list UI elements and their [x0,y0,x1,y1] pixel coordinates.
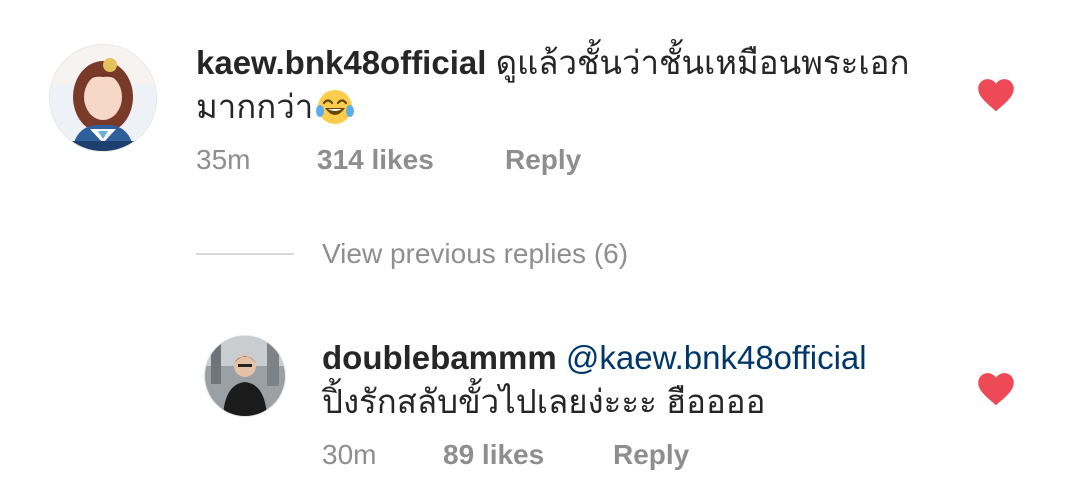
reply-button[interactable]: Reply [505,143,581,177]
comment-time: 35m [196,144,251,175]
comment-body-1: kaew.bnk48official ดูแล้วชั้นว่าชั้นเหมื… [196,41,956,129]
view-previous-replies-button[interactable]: View previous replies (6) [322,237,628,271]
username[interactable]: kaew.bnk48official [196,44,486,81]
avatar-image [205,336,285,416]
avatar-image [50,45,156,151]
username[interactable]: doublebammm [322,339,557,376]
like-heart-icon[interactable] [977,78,1015,112]
likes-count[interactable]: 314 likes [317,143,434,177]
mention-link[interactable]: @kaew.bnk48official [566,339,867,376]
avatar-doublebammm[interactable] [205,336,285,416]
replies-divider [196,253,294,255]
laughing-emoji-icon [316,90,355,124]
reply-button[interactable]: Reply [613,438,689,472]
likes-count[interactable]: 89 likes [443,438,544,472]
comment-body-2: doublebammm @kaew.bnk48official ปิ้งรักสล… [322,336,962,424]
comment-text: ปิ้งรักสลับขั้วไปเลยง่ะะะ ฮืออออ [322,383,766,420]
avatar-kaew[interactable] [50,45,156,151]
like-heart-icon[interactable] [977,372,1015,406]
comment-time: 30m [322,439,377,470]
